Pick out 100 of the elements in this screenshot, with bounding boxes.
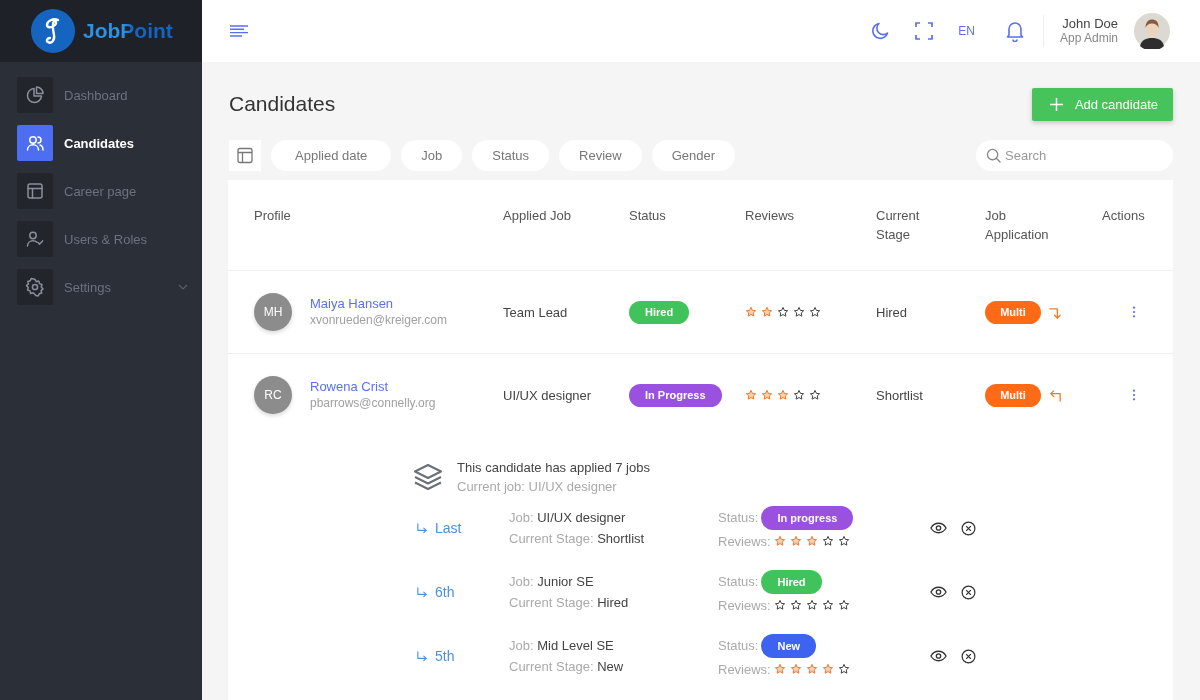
application-job: Job: Mid Level SE: [509, 637, 615, 655]
more-options-icon[interactable]: [1132, 306, 1136, 318]
current-job: Current job: UI/UX designer: [457, 478, 618, 496]
star-icon: [837, 599, 850, 611]
corner-arrow-icon: [416, 650, 427, 662]
menu-icon[interactable]: [230, 25, 248, 37]
star-icon: [789, 535, 802, 547]
more-options-icon[interactable]: [1132, 389, 1136, 401]
moon-icon[interactable]: [870, 21, 891, 41]
column-header: Status: [629, 207, 667, 225]
search-field[interactable]: Search: [976, 140, 1173, 171]
sidebar-item[interactable]: Career page: [17, 173, 202, 209]
application-job: Job: UI/UX designer: [509, 509, 627, 527]
star-icon: [761, 306, 773, 318]
star-icon: [809, 306, 821, 318]
user-name: John Doe: [1062, 16, 1118, 31]
candidate-name-link[interactable]: Rowena Crist: [310, 378, 436, 395]
users-icon: [17, 125, 53, 161]
star-icon: [745, 306, 757, 318]
filter-chip[interactable]: Status: [472, 140, 550, 171]
close-circle-icon[interactable]: [961, 520, 976, 536]
status-label: Status:: [718, 573, 759, 591]
star-icon: [837, 663, 850, 675]
eye-icon[interactable]: [930, 650, 947, 662]
turn-down-arrow-icon[interactable]: [1049, 305, 1062, 319]
star-icon: [793, 306, 805, 318]
status-badge: In progress: [761, 505, 854, 530]
status-label: Status:: [718, 509, 759, 527]
close-circle-icon[interactable]: [961, 584, 976, 600]
settings-icon: [17, 269, 53, 305]
applied-job: Team Lead: [503, 304, 569, 320]
applied-job: UI/UX designer: [503, 387, 593, 403]
filter-chip[interactable]: Review: [559, 140, 642, 171]
table-layout-icon[interactable]: [229, 140, 261, 171]
star-icon: [773, 599, 786, 611]
corner-arrow-icon: [416, 522, 427, 534]
star-icon: [793, 389, 805, 401]
status-badge: Hired: [761, 569, 822, 594]
user-check-icon: [17, 221, 53, 257]
status-badge: New: [761, 633, 817, 658]
star-icon: [805, 663, 818, 675]
multi-badge[interactable]: Multi: [985, 300, 1041, 324]
current-stage: Hired: [876, 304, 909, 320]
filter-chip[interactable]: Applied date: [271, 140, 392, 171]
multi-badge[interactable]: Multi: [985, 383, 1041, 407]
application-order-link[interactable]: 6th: [413, 584, 455, 600]
reviews-label: Reviews:: [718, 532, 771, 551]
sidebar-item[interactable]: Users & Roles: [17, 221, 202, 257]
application-stage: Current Stage: Hired: [509, 594, 630, 612]
column-header: Profile: [254, 207, 292, 225]
star-icon: [805, 535, 818, 547]
candidate-email: xvonrueden@kreiger.com: [310, 312, 447, 329]
star-icon: [773, 663, 786, 675]
layers-icon: [413, 463, 443, 491]
star-icon: [745, 389, 757, 401]
turn-up-left-arrow-icon[interactable]: [1049, 388, 1062, 402]
add-candidate-button[interactable]: Add candidate: [1031, 87, 1173, 121]
star-icon: [821, 663, 834, 675]
application-order-link[interactable]: 5th: [413, 648, 455, 664]
star-icon: [773, 535, 786, 547]
fullscreen-icon[interactable]: [914, 21, 935, 41]
pie-chart-icon: [17, 77, 53, 113]
star-icon: [837, 535, 850, 547]
column-header: Job Application: [985, 207, 1050, 244]
application-job: Job: Junior SE: [509, 573, 595, 591]
star-icon: [777, 306, 789, 318]
eye-icon[interactable]: [930, 586, 947, 598]
user-avatar-icon[interactable]: [1134, 13, 1170, 49]
star-icon: [777, 389, 789, 401]
reviews-label: Reviews:: [718, 596, 771, 615]
initials-avatar: MH: [254, 293, 292, 331]
corner-arrow-icon: [416, 586, 427, 598]
star-icon: [821, 535, 834, 547]
star-icon: [761, 389, 773, 401]
current-stage: Shortlist: [876, 387, 924, 403]
application-stage: Current Stage: Shortlist: [509, 530, 646, 548]
layout-icon: [17, 173, 53, 209]
page-title: Candidates: [229, 92, 336, 116]
status-badge: Hired: [629, 300, 690, 324]
bell-icon[interactable]: [1004, 20, 1025, 42]
column-header: Reviews: [745, 207, 796, 225]
applications-summary: This candidate has applied 7 jobs: [457, 459, 650, 477]
user-role: App Admin: [1059, 31, 1118, 46]
close-circle-icon[interactable]: [961, 648, 976, 664]
application-order-link[interactable]: Last: [413, 520, 462, 536]
filter-chip[interactable]: Gender: [651, 140, 736, 171]
sidebar-item[interactable]: Dashboard: [17, 77, 202, 113]
logo-icon: [31, 9, 75, 53]
language-button[interactable]: EN: [958, 24, 975, 38]
candidate-name-link[interactable]: Maiya Hansen: [310, 295, 447, 312]
sidebar-item[interactable]: Candidates: [17, 125, 202, 161]
star-icon: [789, 663, 802, 675]
column-header: Applied Job: [503, 207, 572, 225]
candidate-email: pbarrows@connelly.org: [310, 395, 436, 412]
star-icon: [789, 599, 802, 611]
filter-chip[interactable]: Job: [401, 140, 463, 171]
eye-icon[interactable]: [930, 522, 947, 534]
sidebar-item[interactable]: Settings: [17, 269, 202, 305]
initials-avatar: RC: [254, 376, 292, 414]
plus-icon: [1049, 97, 1063, 111]
